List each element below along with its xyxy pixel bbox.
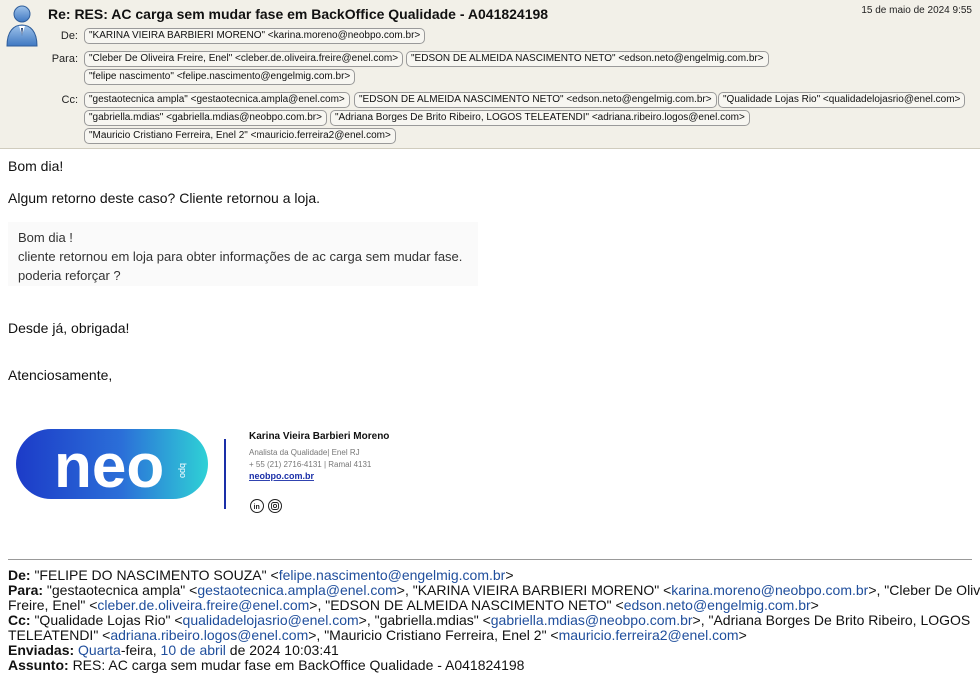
separator-line — [8, 559, 972, 560]
forwarded-subject: Assunto: RES: AC carga sem mudar fase em… — [8, 658, 524, 673]
cc-address-chip[interactable]: "EDSON DE ALMEIDA NASCIMENTO NETO" <edso… — [354, 92, 717, 108]
text-fragment: >, "Cleber De Oliveira — [868, 582, 980, 598]
text-fragment: > — [738, 627, 747, 643]
text-fragment: >, "KARINA VIEIRA BARBIERI MORENO" < — [396, 582, 672, 598]
text-fragment: "Qualidade Lojas Rio" < — [34, 612, 183, 628]
message-subject: Re: RES: AC carga sem mudar fase em Back… — [48, 6, 549, 22]
cc-address-chip[interactable]: "gestaotecnica ampla" <gestaotecnica.amp… — [84, 92, 350, 108]
forwarded-sent-label: Enviadas: — [8, 642, 75, 658]
text-fragment: -feira, — [120, 642, 161, 658]
from-label: De: — [60, 30, 78, 42]
forwarded-cc-label: Cc: — [8, 612, 31, 628]
text-fragment: >, "gabriella.mdias" < — [358, 612, 491, 628]
forwarded-subject-label: Assunto: — [8, 657, 69, 673]
neo-logo: neo bpo — [16, 429, 208, 501]
from-address-chip[interactable]: "KARINA VIEIRA BARBIERI MORENO" <karina.… — [84, 28, 426, 44]
to-address-chip[interactable]: "Cleber De Oliveira Freire, Enel" <clebe… — [84, 51, 404, 67]
email-signature: neo bpo Karina Vieira Barbieri Moreno An… — [8, 383, 424, 533]
signature-name: Karina Vieira Barbieri Moreno — [249, 431, 389, 442]
svg-text:in: in — [254, 504, 260, 511]
to-address-chip[interactable]: "EDSON DE ALMEIDA NASCIMENTO NETO" <edso… — [406, 51, 769, 67]
forwarded-from-name: "FELIPE DO NASCIMENTO SOUZA" < — [34, 567, 279, 583]
forwarded-from-label: De: — [8, 567, 31, 583]
cc-address-chip[interactable]: "Mauricio Cristiano Ferreira, Enel 2" <m… — [84, 128, 396, 144]
cc-address-chip[interactable]: "gabriella.mdias" <gabriella.mdias@neobp… — [84, 110, 327, 126]
email-link[interactable]: cleber.de.oliveira.freire@enel.com — [97, 597, 309, 613]
quote-line: Bom dia ! — [18, 230, 73, 245]
text-fragment: Freire, Enel" < — [8, 597, 98, 613]
message-date: 15 de maio de 2024 9:55 — [861, 5, 972, 16]
date-link[interactable]: Quarta — [78, 642, 121, 658]
date-link[interactable]: 10 de abril — [161, 642, 226, 658]
text-fragment: >, "Mauricio Cristiano Ferreira, Enel 2"… — [308, 627, 559, 643]
quoted-message: Bom dia ! cliente retornou em loja para … — [8, 222, 478, 286]
to-address-chip[interactable]: "felipe nascimento" <felipe.nascimento@e… — [84, 69, 356, 85]
email-link[interactable]: felipe.nascimento@engelmig.com.br — [279, 567, 506, 583]
text-fragment: >, "Adriana Borges De Brito Ribeiro, LOG… — [692, 612, 971, 628]
forwarded-cc: Cc: "Qualidade Lojas Rio" <qualidadeloja… — [8, 613, 970, 628]
signature-divider — [224, 439, 226, 509]
email-link[interactable]: gabriella.mdias@neobpo.com.br — [491, 612, 693, 628]
quote-line: cliente retornou em loja para obter info… — [18, 249, 463, 264]
text-fragment: > — [810, 597, 819, 613]
email-link[interactable]: edson.neto@engelmig.com.br — [624, 597, 811, 613]
email-link[interactable]: gestaotecnica.ampla@enel.com — [197, 582, 396, 598]
cc-address-chip[interactable]: "Qualidade Lojas Rio" <qualidadelojasrio… — [718, 92, 966, 108]
signature-site-link[interactable]: neobpo.com.br — [249, 471, 314, 481]
to-label: Para: — [51, 53, 78, 65]
email-link[interactable]: adriana.ribeiro.logos@enel.com — [110, 627, 308, 643]
cc-label: Cc: — [61, 94, 79, 106]
text-fragment: TELEATENDI" < — [8, 627, 111, 643]
forwarded-to-label: Para: — [8, 582, 44, 598]
email-link[interactable]: karina.moreno@neobpo.com.br — [671, 582, 868, 598]
text-fragment: "gestaotecnica ampla" < — [46, 582, 198, 598]
logo-subtext: bpo — [178, 463, 188, 478]
forwarded-sent: Enviadas: Quarta-feira, 10 de abril de 2… — [8, 643, 339, 658]
text-fragment: de 2024 10:03:41 — [225, 642, 339, 658]
thanks-text: Desde já, obrigada! — [8, 320, 130, 336]
signature-phone: + 55 (21) 2716-4131 | Ramal 4131 — [249, 460, 372, 469]
contact-avatar-icon[interactable] — [4, 3, 40, 47]
message-header: Re: RES: AC carga sem mudar fase em Back… — [0, 0, 980, 149]
email-link[interactable]: mauricio.ferreira2@enel.com — [559, 627, 739, 643]
linkedin-icon[interactable]: in — [250, 499, 264, 513]
forwarded-to-cont: Freire, Enel" <cleber.de.oliveira.freire… — [8, 598, 819, 613]
body-line: Algum retorno deste caso? Cliente retorn… — [8, 190, 321, 206]
closing-text: Atenciosamente, — [8, 367, 113, 383]
text-fragment: > — [505, 567, 514, 583]
signature-role: Analista da Qualidade| Enel RJ — [249, 448, 360, 457]
quote-line: poderia reforçar ? — [18, 268, 121, 283]
email-link[interactable]: qualidadelojasrio@enel.com — [183, 612, 359, 628]
forwarded-subject-text: RES: AC carga sem mudar fase em BackOffi… — [72, 657, 525, 673]
instagram-icon[interactable] — [268, 499, 282, 513]
forwarded-to: Para: "gestaotecnica ampla" <gestaotecni… — [8, 583, 980, 598]
logo-text: neo — [54, 432, 164, 501]
forwarded-cc-cont: TELEATENDI" <adriana.ribeiro.logos@enel.… — [8, 628, 747, 643]
text-fragment: >, "EDSON DE ALMEIDA NASCIMENTO NETO" < — [309, 597, 624, 613]
forwarded-from: De: "FELIPE DO NASCIMENTO SOUZA" <felipe… — [8, 568, 514, 583]
greeting-text: Bom dia! — [8, 158, 64, 174]
cc-address-chip[interactable]: "Adriana Borges De Brito Ribeiro, LOGOS … — [330, 110, 750, 126]
